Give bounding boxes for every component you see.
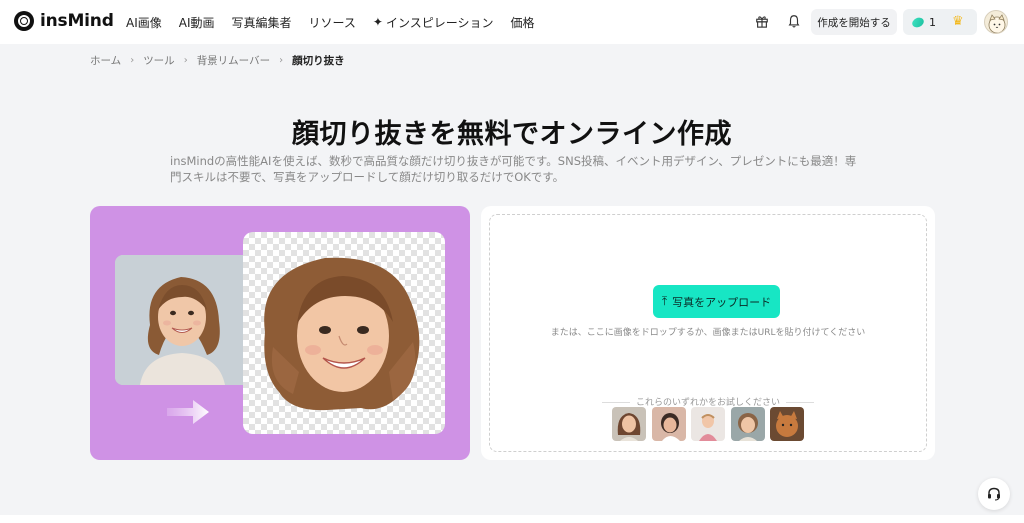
credit-gem-icon (910, 15, 926, 29)
nav-ai-video[interactable]: AI動画 (179, 14, 215, 31)
support-chat-button[interactable] (978, 478, 1010, 510)
nav-ai-image[interactable]: AI画像 (126, 14, 162, 31)
user-avatar[interactable] (984, 10, 1008, 34)
nav-inspiration[interactable]: ✦ インスピレーション (373, 14, 494, 31)
breadcrumb-current: 顔切り抜き (292, 55, 345, 67)
breadcrumb-bg-remover[interactable]: 背景リムーバー (197, 53, 270, 68)
chevron-right-icon: › (183, 55, 188, 66)
divider (601, 402, 630, 403)
brand-name: insMind (40, 11, 114, 31)
crown-icon: ♛ (952, 14, 964, 29)
upload-button-label: 写真をアップロード (672, 295, 772, 309)
gift-icon[interactable] (755, 14, 769, 28)
nav-label: AI画像 (126, 15, 162, 30)
upload-photo-button[interactable]: ⤒ 写真をアップロード (653, 285, 780, 318)
upload-panel: ⤒ 写真をアップロード または、ここに画像をドロップするか、画像またはURLを貼… (481, 206, 935, 460)
nav-label: 価格 (510, 15, 535, 30)
sample-image[interactable] (770, 407, 804, 441)
nav-label: インスピレーション (385, 15, 494, 30)
nav-photo-editor[interactable]: 写真編集者 (232, 14, 292, 31)
headset-icon (988, 487, 1000, 501)
nav-label: 写真編集者 (231, 15, 292, 30)
divider (786, 402, 814, 403)
nav-label: リソース (308, 15, 356, 30)
sample-image[interactable] (651, 407, 686, 441)
bell-icon[interactable] (787, 14, 801, 28)
breadcrumb-home[interactable]: ホーム (90, 53, 121, 68)
sample-image[interactable] (730, 407, 765, 441)
demo-illustration (90, 206, 470, 460)
brand-logo[interactable]: insMind (14, 11, 114, 31)
chevron-right-icon: › (279, 55, 284, 66)
drop-hint: または、ここに画像をドロップするか、画像またはURLを貼り付けてください (550, 328, 866, 338)
start-creating-button[interactable]: 作成を開始する (811, 9, 897, 35)
nav-resources[interactable]: リソース (309, 14, 356, 31)
credits-badge[interactable]: 1 ♛ (903, 9, 977, 35)
chevron-right-icon: › (130, 55, 135, 66)
original-photo (115, 255, 250, 385)
footer-edge (0, 515, 1024, 523)
cutout-result (243, 232, 445, 434)
nav-pricing[interactable]: 価格 (511, 14, 535, 31)
main-nav: AI画像 AI動画 写真編集者 リソース ✦ インスピレーション 価格 (126, 0, 552, 44)
sparkle-icon: ✦ (372, 15, 383, 29)
breadcrumb: ホーム › ツール › 背景リムーバー › 顔切り抜き (90, 53, 345, 68)
avatar-image (988, 14, 1006, 33)
credit-count: 1 (929, 15, 936, 29)
sample-images (612, 407, 810, 441)
upload-icon: ⤒ (661, 294, 668, 308)
sample-image[interactable] (691, 407, 725, 441)
page-title: 顔切り抜きを無料でオンライン作成 (292, 119, 732, 150)
arrow-right-icon (167, 400, 209, 424)
drop-zone[interactable]: ⤒ 写真をアップロード または、ここに画像をドロップするか、画像またはURLを貼… (489, 214, 927, 452)
sample-image[interactable] (612, 407, 646, 441)
logo-icon (14, 11, 34, 31)
page-subtitle: insMindの高性能AIを使えば、数秒で高品質な顔だけ切り抜きが可能です。SN… (170, 154, 857, 184)
top-navbar: insMind AI画像 AI動画 写真編集者 リソース ✦ インスピレーション … (0, 0, 1024, 44)
nav-label: AI動画 (178, 15, 215, 30)
breadcrumb-tools[interactable]: ツール (143, 53, 175, 68)
